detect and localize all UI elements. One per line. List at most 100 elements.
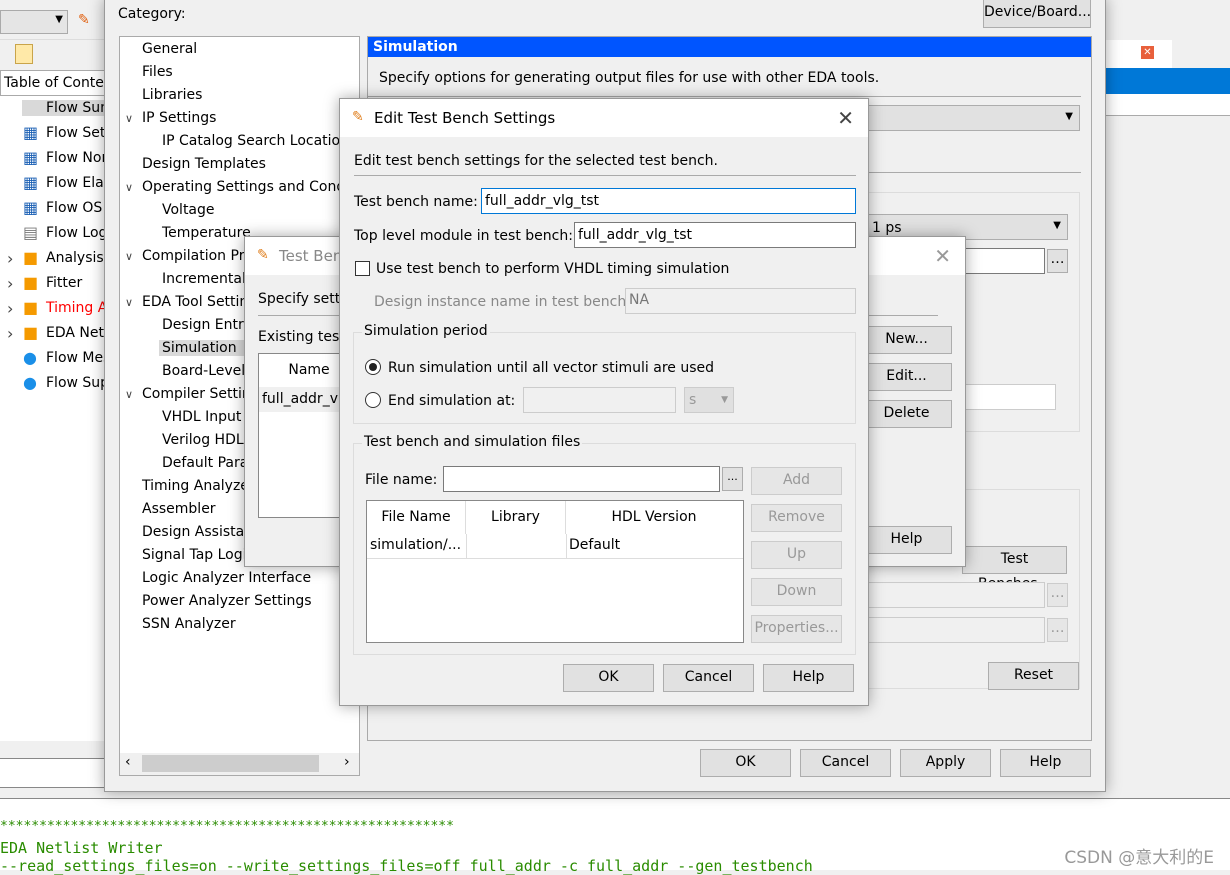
top-module-input[interactable] [574,222,856,248]
help-button[interactable]: Help [763,664,854,692]
tree-item[interactable]: General [142,41,197,57]
toc-item[interactable]: Flow Summary [22,100,110,116]
document-icon: ▤ [23,223,39,242]
ok-button[interactable]: OK [700,749,791,777]
cancel-button[interactable]: Cancel [800,749,891,777]
panel-title: Simulation [368,37,1091,57]
tree-item[interactable]: SSN Analyzer [142,616,236,632]
toc-item[interactable]: Flow Settings [46,125,110,141]
browse-file-button[interactable]: ... [722,467,743,491]
tree-item[interactable]: Design Assistant [142,524,259,540]
background-blue-bar [1105,68,1230,94]
folder-icon: ■ [23,273,39,292]
table-row[interactable]: simulation/... Default [367,534,743,559]
cancel-button[interactable]: Cancel [663,664,754,692]
table-icon: ▦ [23,198,39,217]
tree-item[interactable]: IP Catalog Search Locations [162,133,356,149]
tree-item[interactable]: Operating Settings and Conditions [142,179,359,195]
toc-item[interactable]: Analysis & Synthesis [46,250,110,266]
scroll-left-icon[interactable]: ‹ [125,754,131,770]
tree-item[interactable]: VHDL Input [162,409,241,425]
chevron-right-icon[interactable]: › [7,274,13,293]
test-bench-name-input[interactable] [481,188,856,214]
up-button[interactable]: Up [751,541,842,569]
chevron-down-icon[interactable]: ∨ [125,112,133,125]
tree-item[interactable]: Power Analyzer Settings [142,593,312,609]
device-board-button[interactable]: Device/Board... [983,0,1091,28]
pencil-icon: ✎ [352,109,364,125]
tree-item[interactable]: Timing Analyzer [142,478,255,494]
tree-item[interactable]: Voltage [162,202,215,218]
dialog-title: Edit Test Bench Settings [374,109,556,127]
tree-item[interactable]: IP Settings [142,110,216,126]
end-unit-dropdown[interactable]: s ▼ [684,387,734,413]
scroll-right-icon[interactable]: › [344,754,350,770]
run-all-radio[interactable] [365,359,381,375]
watermark: CSDN @意大利的E [1064,848,1214,868]
vhdl-timing-checkbox[interactable] [355,261,370,276]
design-instance-input[interactable]: NA [625,288,856,314]
chevron-down-icon[interactable]: ∨ [125,181,133,194]
toc-item[interactable]: Flow Non-Default Global Settings [46,150,110,166]
tool-name-dropdown[interactable]: ▼ [868,105,1080,131]
tree-item[interactable]: Design Templates [142,156,266,172]
files-table: File Name Library HDL Version simulation… [366,500,744,643]
end-at-radio[interactable] [365,392,381,408]
chevron-right-icon[interactable]: › [7,324,13,343]
toc-item[interactable]: EDA Netlist Writer [46,325,110,341]
tree-item[interactable]: Files [142,64,173,80]
browse-output-button[interactable]: … [1047,249,1068,273]
help-button[interactable]: Help [1000,749,1091,777]
toc-item[interactable]: Timing Analyzer [46,300,110,316]
tree-item[interactable]: Simulation [159,340,257,356]
toc-item[interactable]: Flow Messages [46,350,110,366]
chevron-down-icon[interactable]: ∨ [125,388,133,401]
edit-button[interactable]: Edit... [861,363,952,391]
end-time-input[interactable] [523,387,676,413]
tree-item[interactable]: Logic Analyzer Interface [142,570,311,586]
down-button[interactable]: Down [751,578,842,606]
toc-item[interactable]: Flow OS Summary [46,200,110,216]
properties-button[interactable]: Properties... [751,615,842,643]
reset-button[interactable]: Reset [988,662,1079,690]
help-button[interactable]: Help [861,526,952,554]
table-icon: ▦ [23,173,39,192]
toc-item[interactable]: Flow Elapsed Time [46,175,110,191]
close-icon[interactable]: ✕ [934,246,951,266]
test-benches-button[interactable]: Test Benches... [962,546,1067,592]
close-icon[interactable]: ✕ [837,108,854,128]
tree-item[interactable]: Assembler [142,501,216,517]
chevron-right-icon[interactable]: › [7,249,13,268]
folder-icon: ■ [23,298,39,317]
toc-item[interactable]: Flow Log [46,225,107,241]
toc-header: Table of Contents [0,70,110,96]
edit-test-bench-dialog: ✎ Edit Test Bench Settings ✕ Edit test be… [339,98,869,706]
scroll-thumb[interactable] [142,755,319,772]
delete-button[interactable]: Delete [861,400,952,428]
add-button[interactable]: Add [751,467,842,495]
edit-icon[interactable]: ✎ [78,12,90,28]
apply-button[interactable]: Apply [900,749,991,777]
chevron-down-icon[interactable]: ∨ [125,296,133,309]
info-icon: ● [23,348,37,367]
tree-item[interactable]: Temperature [162,225,251,241]
hierarchy-icon[interactable] [15,44,33,64]
tree-item[interactable]: Board-Level [162,363,245,379]
tree-scrollbar[interactable]: ‹ › [120,753,359,775]
new-button[interactable]: New... [861,326,952,354]
file-name-input[interactable] [443,466,720,492]
close-tab-icon[interactable]: ✕ [1141,46,1154,59]
toc-item[interactable]: Flow Suppressed Messages [46,375,110,391]
background-tab[interactable]: ✕ [1105,40,1172,68]
toc-item[interactable]: Fitter [46,275,82,291]
toolbar-dropdown[interactable]: ▼ [0,10,68,34]
folder-icon: ■ [23,248,39,267]
chevron-right-icon[interactable]: › [7,299,13,318]
info-icon: ● [23,373,37,392]
folder-icon: ■ [23,323,39,342]
tree-item[interactable]: Libraries [142,87,202,103]
table-icon: ▦ [23,123,39,142]
remove-button[interactable]: Remove [751,504,842,532]
chevron-down-icon[interactable]: ∨ [125,250,133,263]
ok-button[interactable]: OK [563,664,654,692]
